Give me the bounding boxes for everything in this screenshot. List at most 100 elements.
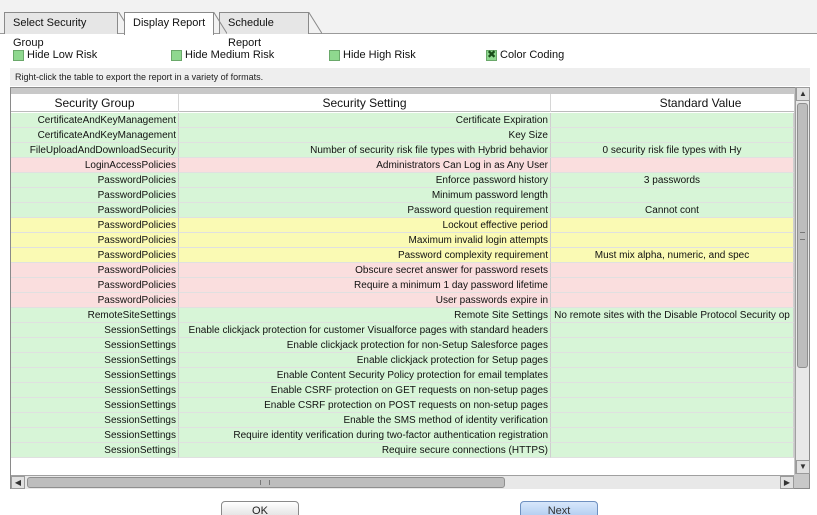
table-row[interactable]: SessionSettings Enable CSRF protection on…: [11, 383, 794, 398]
cell-security-setting: Certificate Expiration: [179, 113, 551, 128]
cell-standard-value: No remote sites with the Disable Protoco…: [551, 308, 794, 323]
column-header-standard-value[interactable]: Standard Value: [551, 94, 794, 112]
cell-security-setting: Require a minimum 1 day password lifetim…: [179, 278, 551, 293]
table-row[interactable]: PasswordPolicies Lockout effective period: [11, 218, 794, 233]
cell-standard-value: [551, 158, 794, 173]
cell-standard-value: [551, 443, 794, 458]
cell-standard-value: [551, 128, 794, 143]
cell-security-group: SessionSettings: [11, 398, 179, 413]
table-row[interactable]: SessionSettings Require secure connection…: [11, 443, 794, 458]
table-row[interactable]: CertificateAndKeyManagement Key Size: [11, 128, 794, 143]
table-row[interactable]: SessionSettings Enable Content Security P…: [11, 368, 794, 383]
horizontal-scrollbar[interactable]: ◀ ▶: [11, 475, 794, 489]
cell-security-group: LoginAccessPolicies: [11, 158, 179, 173]
cell-standard-value: [551, 428, 794, 443]
cell-standard-value: [551, 353, 794, 368]
cell-standard-value: [551, 263, 794, 278]
checkbox-icon[interactable]: [329, 49, 340, 61]
cell-security-group: CertificateAndKeyManagement: [11, 113, 179, 128]
checkbox-icon[interactable]: [171, 49, 182, 61]
cell-security-setting: Key Size: [179, 128, 551, 143]
cell-security-setting: Enable CSRF protection on POST requests …: [179, 398, 551, 413]
next-button[interactable]: Next: [520, 501, 598, 515]
table-row[interactable]: PasswordPolicies Obscure secret answer fo…: [11, 263, 794, 278]
hide-low-risk-checkbox[interactable]: Hide Low Risk: [13, 48, 97, 62]
cell-security-setting: Obscure secret answer for password reset…: [179, 263, 551, 278]
table-row[interactable]: PasswordPolicies Password question requir…: [11, 203, 794, 218]
tab-select-security-group[interactable]: Select Security Group: [4, 12, 118, 49]
table-header: Security Group Security Setting Standard…: [11, 94, 794, 112]
ok-button[interactable]: OK: [221, 501, 299, 515]
cell-security-group: SessionSettings: [11, 323, 179, 338]
scroll-down-arrow-icon[interactable]: ▼: [796, 460, 810, 474]
table-row[interactable]: CertificateAndKeyManagement Certificate E…: [11, 113, 794, 128]
cell-security-setting: Enforce password history: [179, 173, 551, 188]
cell-security-group: SessionSettings: [11, 368, 179, 383]
cell-security-setting: Minimum password length: [179, 188, 551, 203]
tab-schedule-report[interactable]: Schedule Report: [219, 12, 309, 49]
column-header-security-setting[interactable]: Security Setting: [179, 94, 551, 112]
table-row[interactable]: SessionSettings Enable clickjack protecti…: [11, 323, 794, 338]
table-row[interactable]: SessionSettings Enable CSRF protection on…: [11, 398, 794, 413]
cell-standard-value: [551, 233, 794, 248]
cell-security-setting: Enable clickjack protection for non-Setu…: [179, 338, 551, 353]
cell-standard-value: [551, 218, 794, 233]
table-row[interactable]: SessionSettings Require identity verifica…: [11, 428, 794, 443]
cell-standard-value: [551, 293, 794, 308]
cell-security-group: PasswordPolicies: [11, 188, 179, 203]
cell-security-group: PasswordPolicies: [11, 278, 179, 293]
hide-medium-risk-label: Hide Medium Risk: [185, 49, 275, 61]
cell-standard-value: [551, 338, 794, 353]
cell-security-setting: Require identity verification during two…: [179, 428, 551, 443]
scroll-right-arrow-icon[interactable]: ▶: [780, 476, 794, 489]
horizontal-scroll-thumb[interactable]: [27, 477, 505, 488]
table-row[interactable]: SessionSettings Enable clickjack protecti…: [11, 338, 794, 353]
table-row[interactable]: SessionSettings Enable the SMS method of …: [11, 413, 794, 428]
tab-display-report[interactable]: Display Report: [124, 12, 214, 35]
cell-standard-value: [551, 188, 794, 203]
grip-icon: [260, 480, 270, 485]
table-row[interactable]: PasswordPolicies User passwords expire in: [11, 293, 794, 308]
cell-standard-value: [551, 368, 794, 383]
scroll-left-arrow-icon[interactable]: ◀: [11, 476, 25, 489]
cell-standard-value: 3 passwords: [551, 173, 794, 188]
checkbox-icon[interactable]: [13, 49, 24, 61]
vertical-scroll-thumb[interactable]: [797, 103, 808, 368]
table-row[interactable]: SessionSettings Enable clickjack protecti…: [11, 353, 794, 368]
column-header-security-group[interactable]: Security Group: [11, 94, 179, 112]
vertical-scrollbar[interactable]: ▲ ▼: [795, 87, 810, 474]
report-table[interactable]: Security Group Security Setting Standard…: [11, 94, 794, 476]
table-row[interactable]: RemoteSiteSettings Remote Site Settings No…: [11, 308, 794, 323]
cell-security-group: FileUploadAndDownloadSecurity: [11, 143, 179, 158]
color-coding-checkbox[interactable]: Color Coding: [486, 48, 564, 62]
table-row[interactable]: PasswordPolicies Enforce password history…: [11, 173, 794, 188]
grip-icon: [800, 232, 805, 240]
cell-security-setting: Lockout effective period: [179, 218, 551, 233]
table-row[interactable]: FileUploadAndDownloadSecurity Number of s…: [11, 143, 794, 158]
hide-medium-risk-checkbox[interactable]: Hide Medium Risk: [171, 48, 274, 62]
tab-divider: [213, 12, 227, 34]
cell-standard-value: [551, 413, 794, 428]
cell-security-setting: Enable the SMS method of identity verifi…: [179, 413, 551, 428]
scroll-up-arrow-icon[interactable]: ▲: [796, 87, 810, 101]
cell-security-group: PasswordPolicies: [11, 203, 179, 218]
table-row[interactable]: PasswordPolicies Minimum password length: [11, 188, 794, 203]
cell-security-setting: Enable clickjack protection for customer…: [179, 323, 551, 338]
hide-high-risk-label: Hide High Risk: [343, 49, 416, 61]
cell-standard-value: [551, 323, 794, 338]
cell-security-setting: Enable CSRF protection on GET requests o…: [179, 383, 551, 398]
cell-security-group: PasswordPolicies: [11, 218, 179, 233]
cell-security-setting: Remote Site Settings: [179, 308, 551, 323]
hide-high-risk-checkbox[interactable]: Hide High Risk: [329, 48, 416, 62]
checked-checkbox-icon[interactable]: [486, 48, 497, 61]
table-row[interactable]: LoginAccessPolicies Administrators Can Lo…: [11, 158, 794, 173]
table-row[interactable]: PasswordPolicies Maximum invalid login at…: [11, 233, 794, 248]
table-row[interactable]: PasswordPolicies Require a minimum 1 day …: [11, 278, 794, 293]
cell-security-group: PasswordPolicies: [11, 233, 179, 248]
cell-security-group: PasswordPolicies: [11, 293, 179, 308]
table-row[interactable]: PasswordPolicies Password complexity requ…: [11, 248, 794, 263]
cell-security-group: RemoteSiteSettings: [11, 308, 179, 323]
cell-security-group: CertificateAndKeyManagement: [11, 128, 179, 143]
cell-standard-value: [551, 278, 794, 293]
cell-security-setting: Password question requirement: [179, 203, 551, 218]
